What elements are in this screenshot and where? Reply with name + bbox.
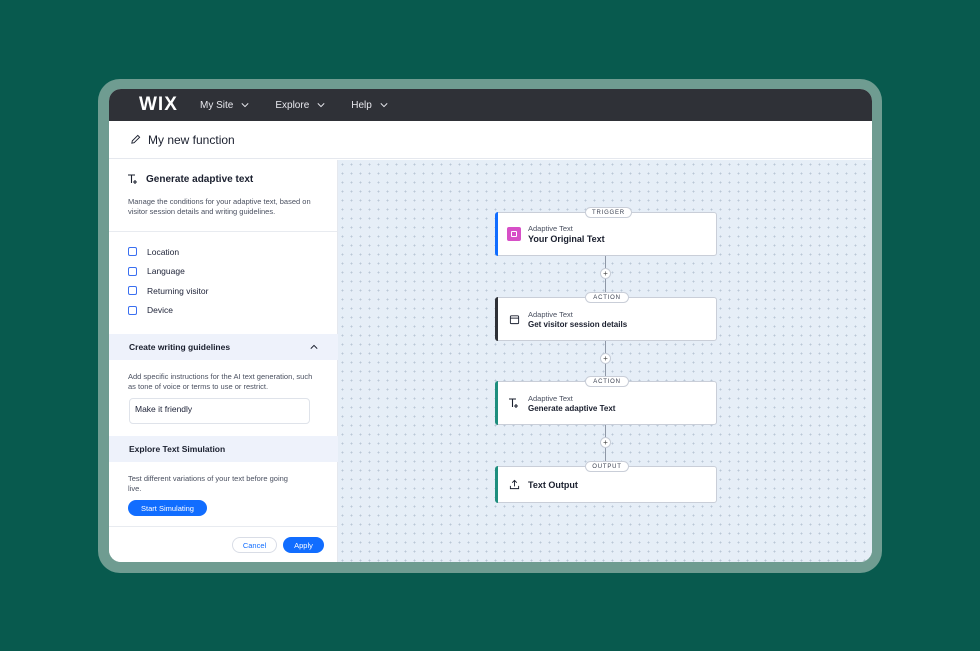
- node-accent: [495, 212, 498, 256]
- guidelines-accordion-header[interactable]: Create writing guidelines: [109, 334, 338, 360]
- condition-device[interactable]: Device: [128, 301, 337, 321]
- pencil-icon[interactable]: [130, 134, 141, 145]
- chevron-up-icon[interactable]: [310, 343, 318, 351]
- calendar-icon: [507, 312, 521, 326]
- node-title: Text Output: [528, 480, 578, 490]
- chevron-down-icon: [241, 103, 249, 108]
- nav-explore[interactable]: Explore: [275, 100, 325, 111]
- checkbox[interactable]: [128, 247, 137, 257]
- text-sparkle-icon: [128, 174, 137, 184]
- node-title: Generate adaptive Text: [528, 403, 616, 413]
- simulation-description: Test different variations of your text b…: [128, 474, 288, 493]
- node-title: Get visitor session details: [528, 319, 628, 329]
- simulation-title: Explore Text Simulation: [129, 444, 226, 454]
- checkbox[interactable]: [128, 266, 137, 276]
- conditions-list: Location Language Returning visitor Devi…: [109, 232, 337, 320]
- flow-canvas[interactable]: + + + TRIGGER Adaptive Text Your Origina…: [338, 160, 872, 562]
- simulation-section-header: Explore Text Simulation: [109, 436, 338, 462]
- start-simulating-button[interactable]: Start Simulating: [128, 500, 207, 516]
- node-accent: [495, 466, 498, 503]
- chevron-down-icon: [317, 103, 325, 108]
- node-accent: [495, 297, 498, 341]
- panel-header: Generate adaptive text: [109, 160, 337, 185]
- guidelines-input[interactable]: Make it friendly: [129, 398, 310, 424]
- add-step-button[interactable]: +: [600, 353, 611, 364]
- flow-node-output[interactable]: OUTPUT Text Output: [495, 461, 717, 503]
- add-step-button[interactable]: +: [600, 437, 611, 448]
- flow-node-action-generate[interactable]: ACTION Adaptive Text Generate adaptive T…: [495, 376, 717, 425]
- page-title-bar: My new function: [109, 121, 872, 159]
- panel-footer: Cancel Apply: [109, 526, 338, 562]
- node-title: Your Original Text: [528, 234, 605, 244]
- panel-title: Generate adaptive text: [146, 173, 254, 185]
- apply-button[interactable]: Apply: [283, 537, 324, 553]
- text-sparkle-icon: [507, 396, 521, 410]
- condition-label: Location: [147, 246, 180, 257]
- condition-label: Device: [147, 305, 173, 316]
- nav-help[interactable]: Help: [351, 100, 388, 111]
- cancel-button[interactable]: Cancel: [232, 537, 277, 553]
- guidelines-title: Create writing guidelines: [129, 342, 231, 352]
- app-window: WIX My Site Explore Help My new function…: [109, 89, 872, 562]
- condition-returning-visitor[interactable]: Returning visitor: [128, 281, 337, 301]
- adaptive-text-app-icon: [507, 227, 521, 241]
- condition-label: Returning visitor: [147, 285, 209, 296]
- chevron-down-icon: [380, 103, 388, 108]
- checkbox[interactable]: [128, 286, 137, 296]
- flow-node-action-session[interactable]: ACTION Adaptive Text Get visitor session…: [495, 292, 717, 341]
- node-type-badge: ACTION: [585, 292, 629, 303]
- node-subtitle: Adaptive Text: [528, 309, 573, 319]
- settings-panel: Generate adaptive text Manage the condit…: [109, 160, 338, 562]
- condition-location[interactable]: Location: [128, 242, 337, 262]
- node-subtitle: Adaptive Text: [528, 393, 573, 403]
- nav-help-label: Help: [351, 99, 372, 111]
- node-type-badge: TRIGGER: [585, 207, 632, 218]
- nav-my-site[interactable]: My Site: [200, 100, 249, 111]
- node-accent: [495, 381, 498, 425]
- add-step-button[interactable]: +: [600, 268, 611, 279]
- condition-label: Language: [147, 266, 185, 277]
- node-type-badge: OUTPUT: [585, 461, 629, 472]
- wix-logo[interactable]: WIX: [139, 94, 191, 116]
- nav-explore-label: Explore: [275, 99, 310, 111]
- panel-description: Manage the conditions for your adaptive …: [128, 197, 311, 216]
- flow-node-trigger[interactable]: TRIGGER Adaptive Text Your Original Text: [495, 207, 717, 256]
- page-title[interactable]: My new function: [148, 133, 235, 147]
- checkbox[interactable]: [128, 305, 137, 315]
- upload-icon: [507, 478, 521, 492]
- top-navigation-bar: WIX My Site Explore Help: [109, 89, 872, 121]
- node-subtitle: Adaptive Text: [528, 224, 573, 233]
- condition-language[interactable]: Language: [128, 262, 337, 282]
- node-type-badge: ACTION: [585, 376, 629, 387]
- guidelines-description: Add specific instructions for the AI tex…: [128, 372, 313, 391]
- nav-my-site-label: My Site: [200, 99, 234, 111]
